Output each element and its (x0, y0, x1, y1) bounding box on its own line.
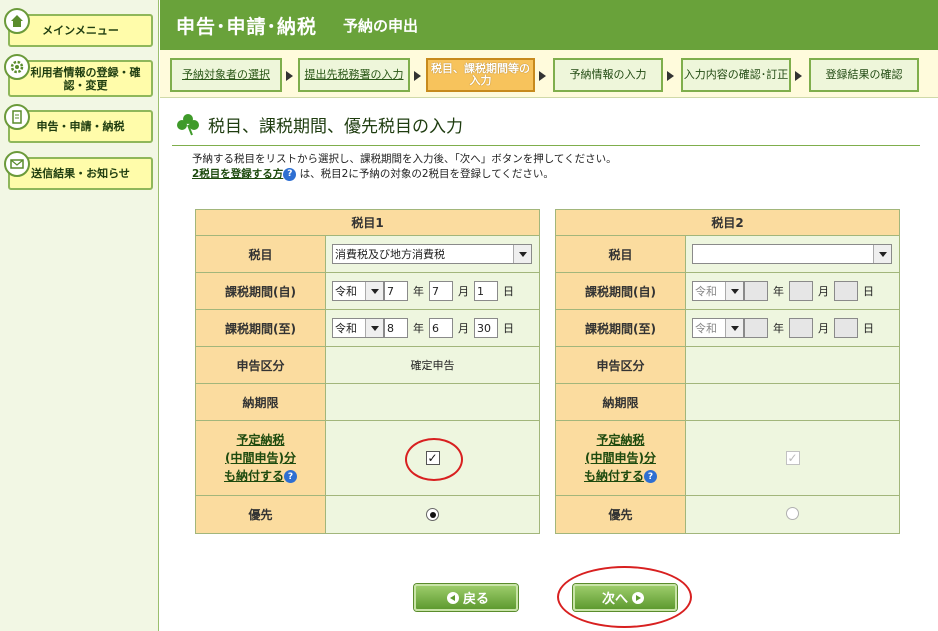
deadline-value (685, 383, 900, 421)
day-input (834, 318, 858, 338)
step-prepayment-info: 予納情報の入力 (553, 58, 663, 92)
step-confirm: 入力内容の確認･訂正 (681, 58, 791, 92)
next-button[interactable]: 次へ (573, 584, 677, 611)
priority-label: 優先 (555, 495, 686, 534)
sidebar-item-label: メインメニュー (42, 24, 119, 37)
priority-label: 優先 (195, 495, 326, 534)
scheduled-payment-link[interactable]: 予定納税 (中間申告)分 も納付する? (556, 431, 685, 485)
declaration-type-value (685, 346, 900, 384)
sidebar-item-label: 利用者情報の登録・確認・変更 (30, 65, 141, 92)
step-arrow-icon (539, 71, 546, 81)
era-select[interactable]: 令和 (332, 318, 384, 338)
day-input[interactable]: 30 (474, 318, 498, 338)
sidebar-item-main-menu[interactable]: メインメニュー (4, 8, 153, 47)
step-arrow-icon (414, 71, 421, 81)
tax-item-2-table: 税目2 税目 課税期間(自) 令和 年 月 日 課税期間(至) 令和 年 月 日 (555, 209, 900, 534)
era-select: 令和 (692, 281, 744, 301)
declaration-type-value: 確定申告 (325, 346, 540, 384)
declaration-type-label: 申告区分 (195, 346, 326, 384)
divider (172, 145, 920, 146)
tax-item-label: 税目 (555, 235, 686, 273)
document-icon (4, 104, 30, 130)
period-to-label: 課税期間(至) (195, 309, 326, 347)
help-icon[interactable]: ? (644, 470, 657, 483)
help-icon[interactable]: ? (283, 167, 297, 181)
sidebar-item-user-info[interactable]: 利用者情報の登録・確認・変更 (4, 54, 153, 97)
step-select-target[interactable]: 予納対象者の選択 (170, 58, 282, 92)
day-input (834, 281, 858, 301)
deadline-label: 納期限 (555, 383, 686, 421)
step-tax-office[interactable]: 提出先税務署の入力 (298, 58, 410, 92)
day-input[interactable]: 1 (474, 281, 498, 301)
chevron-down-icon (873, 245, 891, 263)
year-input (744, 318, 768, 338)
month-input[interactable]: 7 (429, 281, 453, 301)
tax-item-select[interactable]: 消費税及び地方消費税 (332, 244, 532, 264)
step-tax-period: 税目、課税期間等の入力 (426, 58, 535, 92)
year-input[interactable]: 7 (384, 281, 408, 301)
page-header: 申告･申請･納税 予納の申出 (160, 0, 938, 50)
table-header: 税目1 (195, 209, 540, 236)
period-to-label: 課税期間(至) (555, 309, 686, 347)
month-input (789, 318, 813, 338)
year-input (744, 281, 768, 301)
sidebar-item-label: 送信結果・お知らせ (31, 167, 130, 180)
scheduled-payment-checkbox: ✓ (785, 451, 800, 465)
step-result: 登録結果の確認 (809, 58, 919, 92)
deadline-value (325, 383, 540, 421)
home-icon (4, 8, 30, 34)
table-header: 税目2 (555, 209, 900, 236)
declaration-type-label: 申告区分 (555, 346, 686, 384)
two-tax-items-link[interactable]: 2税目を登録する方 (192, 168, 283, 180)
instruction-text: 予納する税目をリストから選択し、課税期間を入力後、「次へ」ボタンを押してください… (192, 153, 617, 165)
clover-icon (177, 113, 199, 135)
tax-item-label: 税目 (195, 235, 326, 273)
mail-icon (4, 151, 30, 177)
chevron-down-icon (725, 282, 743, 300)
sidebar-item-results[interactable]: 送信結果・お知らせ (4, 151, 153, 190)
deadline-label: 納期限 (195, 383, 326, 421)
period-from-label: 課税期間(自) (195, 272, 326, 310)
gear-icon (4, 54, 30, 80)
step-arrow-icon (667, 71, 674, 81)
chevron-down-icon (365, 282, 383, 300)
instruction-text-2: は、税目2に予納の対象の2税目を登録してください。 (299, 168, 554, 180)
sidebar-item-label: 申告・申請・納税 (36, 120, 125, 133)
chevron-down-icon (513, 245, 531, 263)
step-arrow-icon (795, 71, 802, 81)
priority-radio[interactable] (426, 508, 439, 522)
section-title: 税目、課税期間、優先税目の入力 (208, 117, 463, 137)
chevron-down-icon (365, 319, 383, 337)
year-input[interactable]: 8 (384, 318, 408, 338)
back-button[interactable]: 戻る (414, 584, 518, 611)
section-heading: 税目、課税期間、優先税目の入力 (176, 112, 463, 137)
scheduled-payment-checkbox[interactable]: ✓ (425, 451, 440, 465)
chevron-down-icon (725, 319, 743, 337)
page-title: 申告･申請･納税 (176, 15, 318, 38)
scheduled-payment-link[interactable]: 予定納税 (中間申告)分 も納付する? (196, 431, 325, 485)
arrow-left-icon (446, 591, 459, 604)
sidebar-item-declaration[interactable]: 申告・申請・納税 (4, 104, 153, 143)
page-subtitle: 予納の申出 (343, 16, 419, 35)
period-from-label: 課税期間(自) (555, 272, 686, 310)
tax-item-1-table: 税目1 税目 消費税及び地方消費税 課税期間(自) 令和 7年 7月 1日 課税… (195, 209, 540, 534)
priority-radio[interactable] (786, 506, 799, 520)
step-arrow-icon (286, 71, 293, 81)
step-indicator: 予納対象者の選択 提出先税務署の入力 税目、課税期間等の入力 予納情報の入力 入… (160, 50, 938, 98)
arrow-right-icon (632, 591, 644, 604)
era-select[interactable]: 令和 (332, 281, 384, 301)
instructions: 予納する税目をリストから選択し、課税期間を入力後、「次へ」ボタンを押してください… (192, 152, 617, 182)
month-input[interactable]: 6 (429, 318, 453, 338)
month-input (789, 281, 813, 301)
tax-item-select[interactable] (692, 244, 892, 264)
sidebar: メインメニュー 利用者情報の登録・確認・変更 申告・申請・納税 送信結果・お知ら… (0, 0, 159, 631)
era-select: 令和 (692, 318, 744, 338)
help-icon[interactable]: ? (284, 470, 297, 483)
